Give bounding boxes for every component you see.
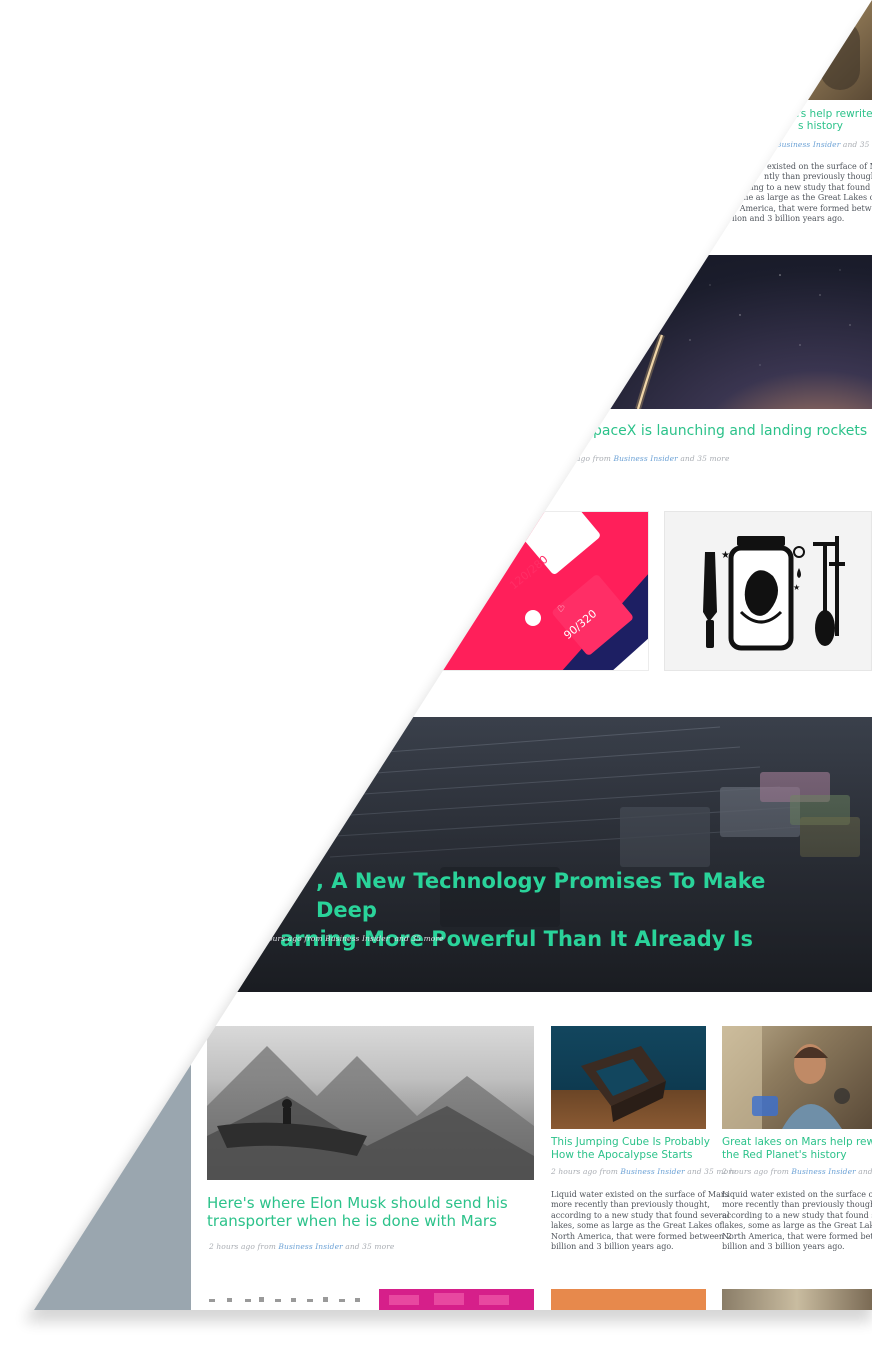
- lakes-card-title[interactable]: Great lakes on Mars help rewrite the Red…: [722, 1136, 872, 1161]
- large-card-title[interactable]: Here's where Elon Musk should send his t…: [207, 1194, 508, 1230]
- spacex-card-meta: ago from Business Insider and 35 more: [576, 454, 730, 463]
- feature-article-meta: ours ago from Business Insider and 35 mo…: [268, 934, 444, 943]
- next-row-card-4-image[interactable]: [722, 1289, 872, 1310]
- heart-icon: ♡: [557, 604, 566, 614]
- scientist-photo-graphic: [722, 1026, 850, 1129]
- top-card-source[interactable]: Business Insider: [776, 140, 840, 149]
- fitness-ui-graphic: [441, 512, 648, 670]
- cube-card-meta: 2 hours ago from Business Insider and 35…: [551, 1167, 737, 1176]
- left-sidebar-panel: [34, 990, 191, 1310]
- large-card-image[interactable]: [207, 1026, 534, 1180]
- next-row-card-1-image[interactable]: [207, 1289, 365, 1310]
- cube-card-body: Liquid water existed on the surface of M…: [551, 1190, 732, 1252]
- mountain-landscape-graphic: [207, 1046, 534, 1180]
- top-card-image[interactable]: [700, 0, 872, 100]
- top-card-title[interactable]: ars help rewrite s history: [790, 108, 872, 132]
- spacex-card-image[interactable]: [520, 255, 872, 409]
- lakes-card-meta: 2 hours ago from Business Insider and 35…: [722, 1167, 872, 1176]
- jar-illustration-graphic: ★ ★: [703, 536, 845, 651]
- svg-text:★: ★: [721, 550, 730, 561]
- top-card-body: existed on the surface of Mars ntly than…: [732, 162, 872, 224]
- next-row-card-3-image[interactable]: [551, 1289, 706, 1310]
- jumping-cube-graphic: [581, 1046, 666, 1122]
- jar-illustration-card-image[interactable]: ★ ★: [664, 511, 872, 671]
- top-card-meta: Business Insider and 35 more: [776, 140, 872, 149]
- cube-card-source[interactable]: Business Insider: [620, 1167, 684, 1176]
- spacex-card-source[interactable]: Business Insider: [613, 454, 677, 463]
- lakes-card-source[interactable]: Business Insider: [791, 1167, 855, 1176]
- large-card-source[interactable]: Business Insider: [278, 1242, 342, 1251]
- lakes-card-image[interactable]: [722, 1026, 872, 1129]
- icon-strip-graphic: [209, 1297, 360, 1302]
- large-card-meta: 2 hours ago from Business Insider and 35…: [209, 1242, 395, 1251]
- next-row-card-2-image[interactable]: [379, 1289, 534, 1310]
- magenta-graphic: [389, 1293, 509, 1305]
- article-feed-sheet: ars help rewrite s history Business Insi…: [34, 0, 872, 1310]
- star-field-graphic: [635, 269, 851, 409]
- svg-text:★: ★: [793, 583, 800, 592]
- fitness-ui-card-image[interactable]: 120/280 90/320 ♡: [440, 511, 649, 671]
- cube-card-title[interactable]: This Jumping Cube Is Probably How the Ap…: [551, 1136, 710, 1161]
- lakes-card-body: Liquid water existed on the surface of M…: [722, 1190, 872, 1252]
- spacex-card-title[interactable]: paceX is launching and landing rockets: [593, 423, 867, 439]
- cube-card-image[interactable]: [551, 1026, 706, 1129]
